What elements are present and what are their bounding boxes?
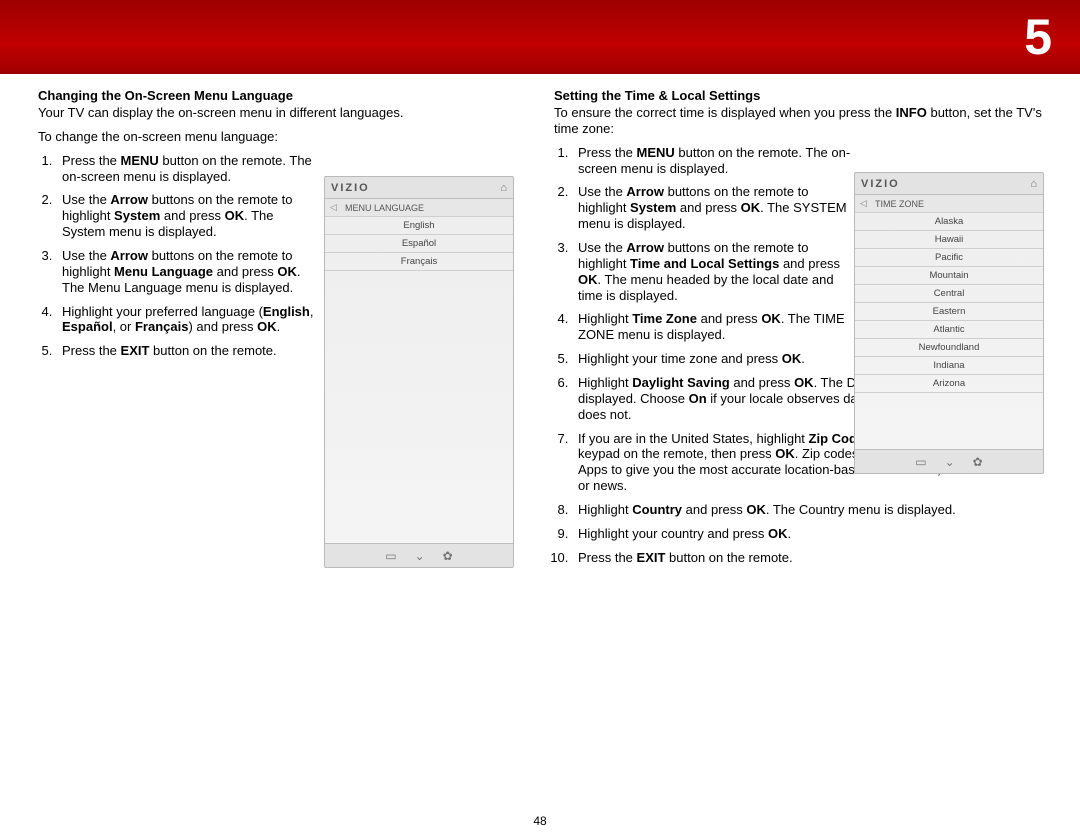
vizio-logo: VIZIO (861, 178, 900, 190)
timezone-option: Central (855, 285, 1043, 303)
tv-menu-footer: ▭ ⌄ ✿ (325, 543, 513, 567)
chevron-down-icon: ⌄ (415, 550, 425, 562)
timezone-option: Arizona (855, 375, 1043, 393)
right-step-3: Use the Arrow buttons on the remote to h… (572, 240, 854, 303)
back-icon: ◁ (860, 198, 867, 209)
timezone-title: TIME ZONE (875, 199, 924, 209)
left-lead: To change the on-screen menu language: (38, 129, 528, 145)
right-step-8: Highlight Country and press OK. The Coun… (572, 502, 1044, 518)
timezone-option: Newfoundland (855, 339, 1043, 357)
tv-menu-timezone: VIZIO ⌂ ◁ TIME ZONE Alaska Hawaii Pacifi… (854, 172, 1044, 474)
chapter-header: 5 (0, 0, 1080, 74)
wide-icon: ▭ (915, 456, 926, 468)
language-option: Español (325, 235, 513, 253)
timezone-option: Pacific (855, 249, 1043, 267)
left-steps: Press the MENU button on the remote. The… (38, 153, 320, 359)
section-title-time: Setting the Time & Local Settings (554, 88, 1044, 103)
menu-language-title: MENU LANGUAGE (345, 203, 424, 213)
right-step-1: Press the MENU button on the remote. The… (572, 145, 854, 177)
timezone-option: Atlantic (855, 321, 1043, 339)
section-title-language: Changing the On-Screen Menu Language (38, 88, 528, 103)
home-icon: ⌂ (1030, 178, 1037, 190)
language-option: English (325, 217, 513, 235)
page-body: Changing the On-Screen Menu Language You… (0, 74, 1080, 574)
timezone-option: Alaska (855, 213, 1043, 231)
back-icon: ◁ (330, 202, 337, 213)
right-step-4: Highlight Time Zone and press OK. The TI… (572, 311, 854, 343)
tv-menu-timezone-header: VIZIO ⌂ (855, 173, 1043, 195)
right-step-9: Highlight your country and press OK. (572, 526, 1044, 542)
wide-icon: ▭ (385, 550, 396, 562)
tv-menu-language-title-row: ◁ MENU LANGUAGE (325, 199, 513, 217)
left-step-1: Press the MENU button on the remote. The… (56, 153, 320, 185)
home-icon: ⌂ (500, 182, 507, 194)
left-step-3: Use the Arrow buttons on the remote to h… (56, 248, 320, 296)
timezone-option: Hawaii (855, 231, 1043, 249)
gear-icon: ✿ (443, 550, 453, 562)
left-intro: Your TV can display the on-screen menu i… (38, 105, 528, 121)
left-step-4: Highlight your preferred language (Engli… (56, 304, 320, 336)
right-step-2: Use the Arrow buttons on the remote to h… (572, 184, 854, 232)
tv-menu-footer: ▭ ⌄ ✿ (855, 449, 1043, 473)
right-step-10: Press the EXIT button on the remote. (572, 550, 1044, 566)
gear-icon: ✿ (973, 456, 983, 468)
tv-menu-language-header: VIZIO ⌂ (325, 177, 513, 199)
language-option: Français (325, 253, 513, 271)
chevron-down-icon: ⌄ (945, 456, 955, 468)
vizio-logo: VIZIO (331, 182, 370, 194)
left-step-5: Press the EXIT button on the remote. (56, 343, 320, 359)
chapter-number: 5 (1024, 8, 1052, 66)
tv-menu-timezone-title-row: ◁ TIME ZONE (855, 195, 1043, 213)
timezone-option: Eastern (855, 303, 1043, 321)
column-right: Setting the Time & Local Settings To ens… (554, 88, 1044, 574)
page-number: 48 (533, 814, 546, 828)
right-intro: To ensure the correct time is displayed … (554, 105, 1044, 137)
timezone-option: Mountain (855, 267, 1043, 285)
left-step-2: Use the Arrow buttons on the remote to h… (56, 192, 320, 240)
timezone-option: Indiana (855, 357, 1043, 375)
column-left: Changing the On-Screen Menu Language You… (38, 88, 528, 574)
tv-menu-language: VIZIO ⌂ ◁ MENU LANGUAGE English Español … (324, 176, 514, 568)
